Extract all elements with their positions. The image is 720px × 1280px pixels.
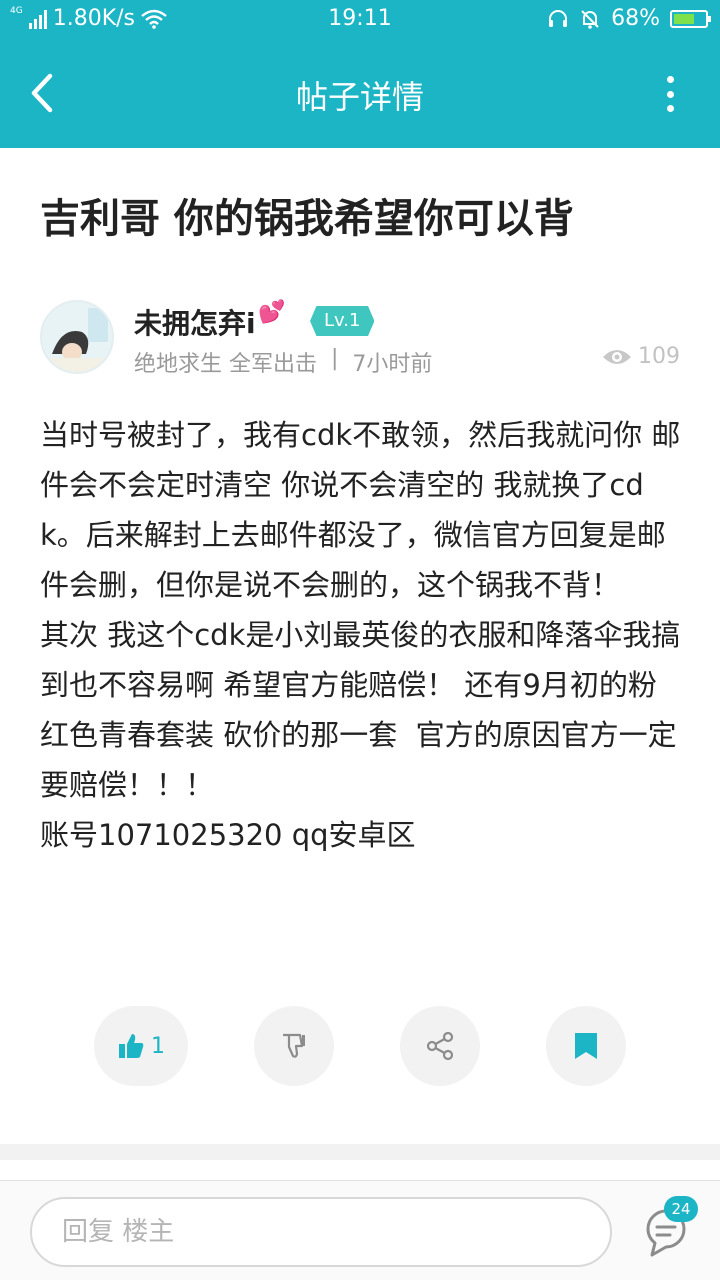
status-bar: 4G 1.80K/s 19:11 68%	[0, 0, 720, 38]
game-name[interactable]: 绝地求生 全军出击	[134, 346, 317, 378]
page-title: 帖子详情	[295, 78, 424, 116]
author-avatar[interactable]	[40, 300, 114, 374]
meta-separator: |	[331, 346, 339, 371]
heart-icon: 💕	[258, 300, 286, 325]
comment-count-badge: 24	[664, 1196, 698, 1222]
battery-percent: 68%	[611, 6, 660, 31]
like-count: 1	[151, 1033, 165, 1059]
post-time: 7小时前	[352, 352, 433, 377]
headset-icon	[549, 9, 568, 27]
section-divider	[0, 1144, 720, 1160]
view-count: 109	[602, 344, 680, 369]
share-button[interactable]	[400, 1006, 480, 1086]
thumbs-up-icon	[119, 1034, 144, 1058]
bookmark-button[interactable]	[546, 1006, 626, 1086]
share-icon	[426, 1031, 454, 1061]
more-options-button[interactable]	[660, 76, 680, 112]
post-actions: 1	[0, 1006, 720, 1086]
like-button[interactable]: 1	[94, 1006, 188, 1086]
post-title: 吉利哥 你的锅我希望你可以背	[40, 196, 574, 242]
level-badge: Lv.1	[310, 306, 375, 336]
post-content: 当时号被封了，我有cdk不敢领，然后我就问你 邮件会不会定时清空 你说不会清空的…	[40, 418, 681, 852]
view-count-value: 109	[638, 344, 680, 369]
post-meta: 绝地求生 全军出击 | 7小时前	[134, 346, 432, 378]
eye-icon	[603, 349, 631, 364]
reply-bar: 回复 楼主	[0, 1180, 720, 1280]
bookmark-icon	[575, 1033, 597, 1059]
app-bar: 帖子详情	[0, 38, 720, 148]
thumbs-down-icon	[283, 1033, 305, 1058]
battery-fill	[674, 13, 695, 24]
battery-icon	[670, 9, 711, 28]
reply-input[interactable]: 回复 楼主	[30, 1197, 612, 1267]
author-name[interactable]: 未拥怎弃i	[134, 302, 256, 342]
post-detail-screen: 4G 1.80K/s 19:11 68% 帖子详情 吉利哥 你的锅我希望你可以背…	[0, 0, 720, 1280]
mute-bell-icon	[581, 9, 599, 29]
dislike-button[interactable]	[254, 1006, 334, 1086]
